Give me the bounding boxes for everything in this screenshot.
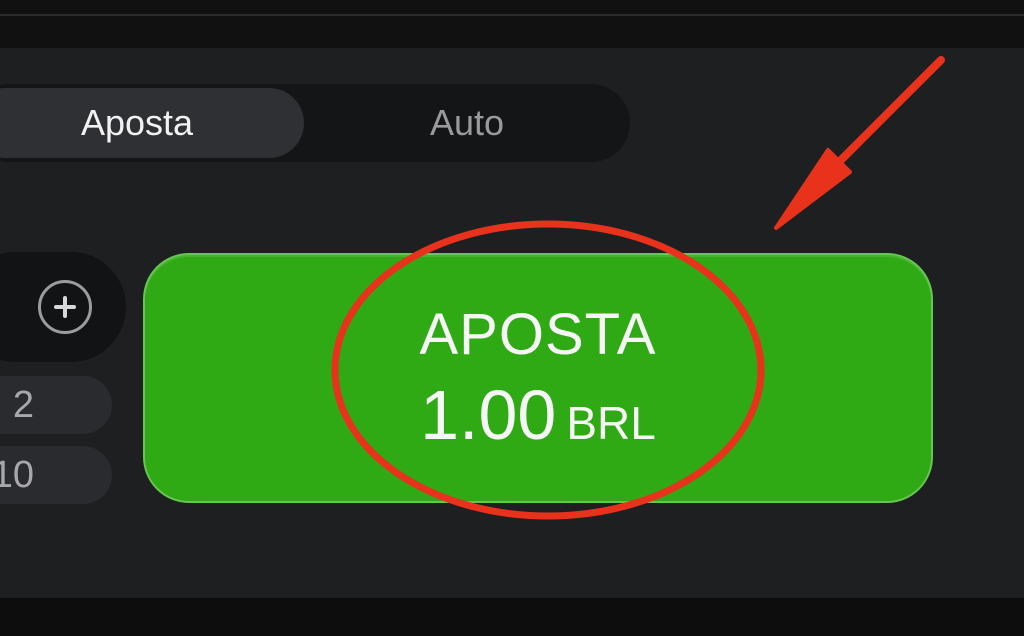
bet-button-title: APOSTA xyxy=(419,302,657,367)
place-bet-button[interactable]: APOSTA 1.00 BRL xyxy=(143,253,933,503)
quick-amount-label: 2 xyxy=(12,384,34,426)
top-bar xyxy=(0,0,1024,48)
quick-amount-label: 10 xyxy=(0,454,34,496)
bet-amount-value: 1.00 xyxy=(420,376,557,454)
bottom-bar xyxy=(0,598,1024,636)
quick-amount-button[interactable]: 2 xyxy=(0,376,112,434)
bet-mode-tabs: Aposta Auto xyxy=(0,84,630,162)
tab-aposta[interactable]: Aposta xyxy=(0,88,304,158)
plus-circle-icon[interactable] xyxy=(38,280,92,334)
plus-vertical-bar xyxy=(63,296,67,318)
bet-currency: BRL xyxy=(566,397,656,449)
bet-button-amount: 1.00 BRL xyxy=(145,377,931,473)
quick-amount-button[interactable]: 10 xyxy=(0,446,112,504)
tab-auto[interactable]: Auto xyxy=(304,88,630,158)
